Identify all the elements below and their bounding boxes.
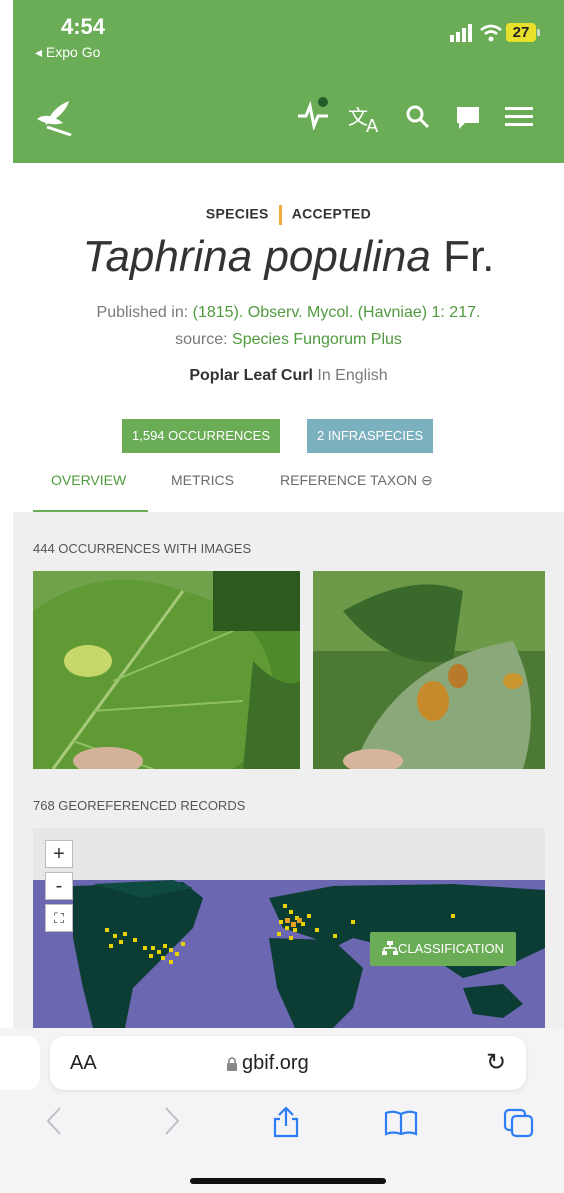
text-size-button[interactable]: AA — [70, 1052, 97, 1075]
source-line: source: Species Fungorum Plus — [13, 331, 564, 349]
url-text[interactable]: gbif.org — [242, 1052, 309, 1075]
zoom-in-button[interactable]: + — [45, 840, 73, 868]
classification-label: CLASSIFICATION — [398, 941, 504, 956]
infraspecies-label: INFRASPECIES — [327, 428, 424, 443]
tabs-icon[interactable] — [503, 1108, 535, 1138]
forward-icon[interactable] — [162, 1106, 182, 1136]
tab-metrics[interactable]: METRICS — [171, 472, 234, 488]
scientific-name: Taphrina populina — [82, 232, 431, 281]
reload-icon[interactable]: ↻ — [486, 1048, 506, 1077]
activity-icon[interactable] — [296, 96, 332, 130]
rank-label: SPECIES — [205, 205, 269, 222]
battery-tip — [537, 29, 540, 36]
map-canvas — [33, 828, 545, 1028]
search-icon[interactable] — [405, 104, 431, 130]
chat-icon[interactable] — [455, 105, 481, 131]
page-title: Taphrina populina Fr. — [13, 232, 564, 282]
status-time: 4:54 — [61, 14, 106, 39]
zoom-out-button[interactable]: - — [45, 872, 73, 900]
occurrence-map[interactable]: + - ⛶ — [33, 828, 545, 1028]
signal-icon — [450, 24, 472, 42]
wifi-icon — [480, 24, 502, 42]
bookmarks-icon[interactable] — [384, 1110, 418, 1136]
logo-leaf-icon[interactable] — [33, 97, 77, 137]
occurrences-button[interactable]: 1,594 OCCURRENCES — [122, 419, 281, 453]
taxon-status-line: SPECIES ACCEPTED — [13, 205, 564, 225]
images-section-label: 444 OCCURRENCES WITH IMAGES — [33, 541, 252, 556]
status-separator — [278, 205, 282, 225]
status-label: ACCEPTED — [291, 205, 372, 222]
back-icon[interactable] — [44, 1106, 64, 1136]
occurrence-image-2[interactable] — [313, 571, 545, 769]
battery-indicator: 27 — [506, 23, 536, 42]
tab-bar: OVERVIEW METRICS REFERENCE TAXON ⊖ — [13, 462, 564, 513]
share-icon[interactable] — [272, 1106, 300, 1138]
published-in: Published in: (1815). Observ. Mycol. (Ha… — [13, 304, 564, 322]
source-link[interactable]: Species Fungorum Plus — [232, 331, 402, 348]
published-prefix: Published in: — [96, 304, 189, 321]
occurrence-image-1[interactable] — [33, 571, 300, 769]
occurrences-count: 1,594 — [132, 428, 165, 443]
published-reference-link[interactable]: (1815). Observ. Mycol. (Havniae) 1: 217. — [193, 304, 481, 321]
home-indicator — [190, 1178, 386, 1184]
lock-icon — [227, 1057, 237, 1071]
common-name-line: Poplar Leaf Curl In English — [13, 367, 564, 385]
common-name: Poplar Leaf Curl — [189, 367, 313, 384]
infraspecies-button[interactable]: 2 INFRASPECIES — [307, 419, 434, 453]
menu-icon[interactable] — [505, 106, 533, 128]
fullscreen-button[interactable]: ⛶ — [45, 904, 73, 932]
classification-button[interactable]: CLASSIFICATION — [370, 932, 516, 966]
status-bar: 4:54 ◂ Expo Go 27 — [13, 0, 564, 70]
previous-tab-card[interactable] — [0, 1036, 40, 1090]
common-name-language: In English — [317, 367, 388, 384]
svg-text:A: A — [366, 116, 379, 134]
svg-text:文: 文 — [348, 105, 368, 129]
infraspecies-count: 2 — [317, 428, 325, 443]
tab-overview[interactable]: OVERVIEW — [51, 472, 126, 488]
map-section-label: 768 GEOREFERENCED RECORDS — [33, 798, 246, 813]
translate-icon[interactable]: 文 A — [348, 104, 384, 134]
back-to-app-link[interactable]: ◂ Expo Go — [35, 44, 100, 61]
tab-reference-taxon[interactable]: REFERENCE TAXON ⊖ — [280, 472, 433, 489]
occurrences-label: OCCURRENCES — [168, 428, 271, 443]
source-prefix: source: — [175, 331, 228, 348]
authorship: Fr. — [443, 232, 495, 281]
hierarchy-icon — [382, 941, 398, 955]
